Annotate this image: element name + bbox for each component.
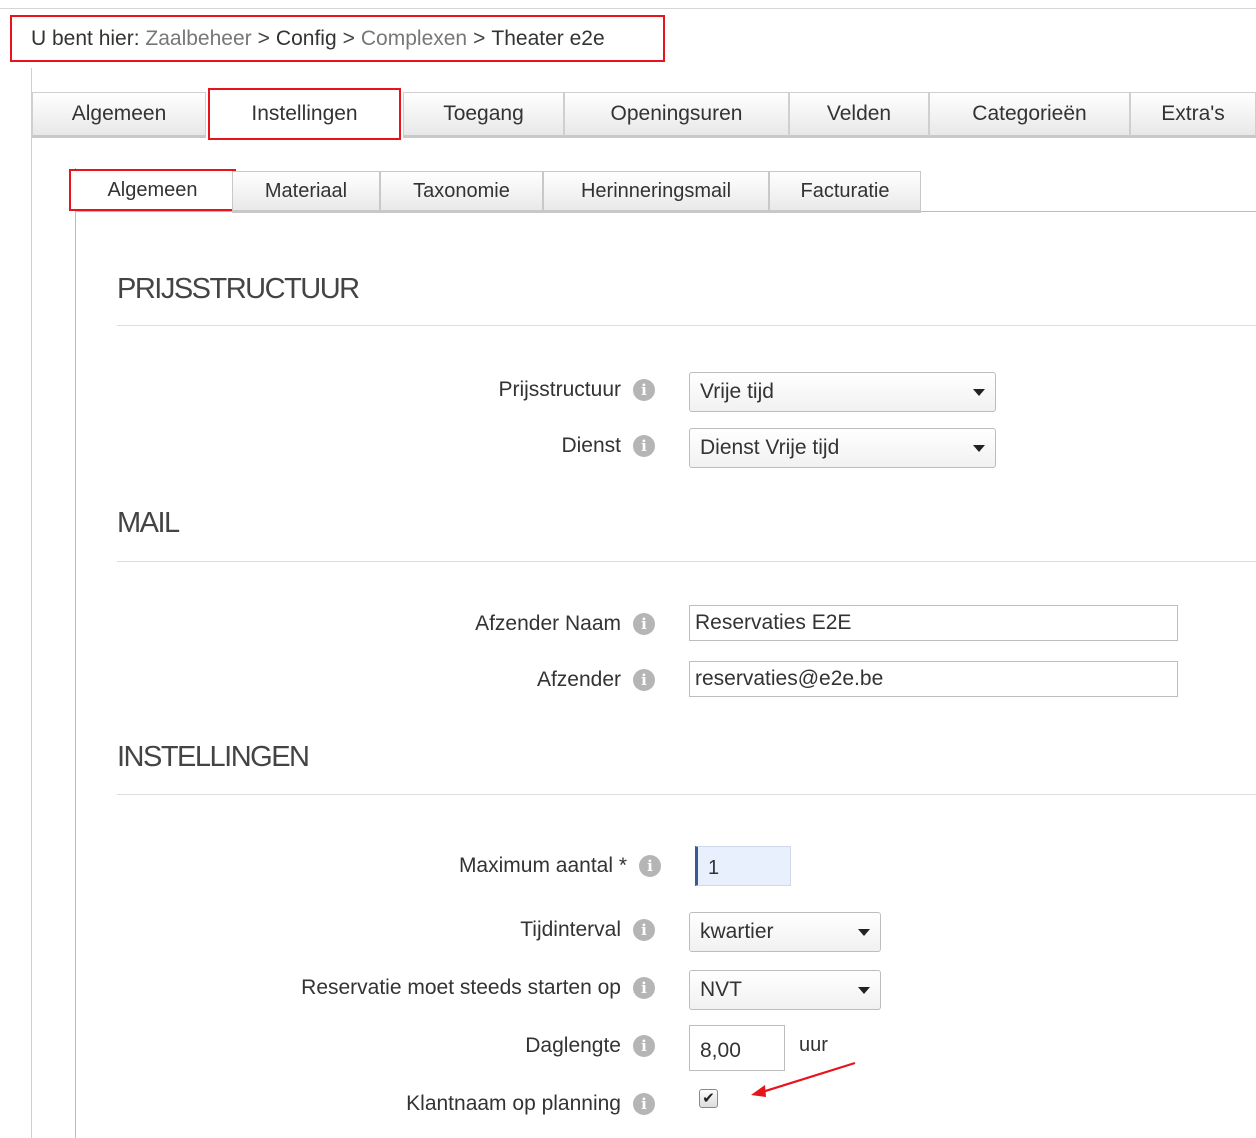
info-icon[interactable]: i (639, 855, 661, 877)
tijdinterval-select[interactable]: kwartier (689, 912, 881, 952)
breadcrumb-item-current: Theater e2e (491, 26, 605, 50)
tab-categorieen[interactable]: Categorieën (929, 92, 1130, 138)
main-tabs: Algemeen Instellingen Toegang Openingsur… (32, 88, 1256, 140)
tab-toegang[interactable]: Toegang (403, 92, 564, 138)
afzender-label: Afzender i (537, 666, 655, 694)
afzender-label-text: Afzender (536, 668, 621, 691)
breadcrumb-prefix: U bent hier: (31, 26, 140, 50)
daglengte-label-text: Daglengte (525, 1034, 621, 1057)
dienst-label: Dienst i (561, 432, 655, 460)
tab-extras[interactable]: Extra's (1130, 92, 1256, 138)
chevron-down-icon (973, 445, 985, 452)
info-icon[interactable]: i (633, 919, 655, 941)
dienst-select[interactable]: Dienst Vrije tijd (689, 428, 996, 468)
breadcrumb-item-config: Config (275, 26, 337, 50)
tijdinterval-select-value: kwartier (700, 920, 774, 943)
subtab-herinneringsmail[interactable]: Herinneringsmail (543, 171, 769, 213)
tab-instellingen[interactable]: Instellingen (208, 88, 401, 140)
tijdinterval-label-text: Tijdinterval (520, 918, 621, 941)
breadcrumb-separator: > (257, 26, 270, 50)
section-title-instellingen: INSTELLINGEN (117, 741, 310, 773)
klantnaam-label-text: Klantnaam op planning (406, 1092, 621, 1115)
afzender-naam-input[interactable]: Reservaties E2E (689, 605, 1178, 641)
subtab-facturatie[interactable]: Facturatie (769, 171, 921, 213)
klantnaam-label: Klantnaam op planning i (406, 1090, 655, 1118)
info-icon[interactable]: i (633, 613, 655, 635)
dienst-label-text: Dienst (561, 434, 621, 457)
tab-velden[interactable]: Velden (789, 92, 929, 138)
section-title-prijsstructuur: PRIJSSTRUCTUUR (117, 273, 360, 305)
subtab-taxonomie[interactable]: Taxonomie (380, 171, 543, 213)
afzender-naam-label-text: Afzender Naam (475, 612, 621, 635)
info-icon[interactable]: i (633, 1093, 655, 1115)
afzender-email-input[interactable]: reservaties@e2e.be (689, 661, 1178, 697)
tab-openingsuren[interactable]: Openingsuren (564, 92, 789, 138)
section-divider (117, 325, 1256, 326)
tab-algemeen[interactable]: Algemeen (32, 92, 206, 138)
subtab-algemeen[interactable]: Algemeen (69, 169, 236, 211)
chevron-down-icon (858, 987, 870, 994)
breadcrumb-item-zaalbeheer[interactable]: Zaalbeheer (145, 27, 251, 51)
klantnaam-checkbox[interactable]: ✔ (699, 1089, 718, 1108)
subtab-materiaal[interactable]: Materiaal (232, 171, 380, 213)
prijsstructuur-select[interactable]: Vrije tijd (689, 372, 996, 412)
maximum-aantal-label: Maximum aantal * i (459, 852, 661, 880)
daglengte-label: Daglengte i (525, 1032, 655, 1060)
left-border (31, 68, 32, 1138)
reservatie-start-label: Reservatie moet steeds starten op i (301, 974, 655, 1002)
subtab-panel-left-border (75, 168, 76, 1138)
annotation-arrow-icon (751, 1061, 856, 1097)
prijsstructuur-select-value: Vrije tijd (700, 380, 774, 403)
chevron-down-icon (858, 929, 870, 936)
tijdinterval-label: Tijdinterval i (520, 916, 655, 944)
reservatie-start-label-text: Reservatie moet steeds starten op (301, 976, 621, 999)
prijsstructuur-label-text: Prijsstructuur (498, 378, 621, 401)
breadcrumb-separator: > (473, 26, 486, 50)
prijsstructuur-label: Prijsstructuur i (498, 376, 655, 404)
info-icon[interactable]: i (633, 1035, 655, 1057)
info-icon[interactable]: i (633, 435, 655, 457)
top-border (0, 8, 1256, 9)
reservatie-start-select-value: NVT (700, 978, 742, 1001)
info-icon[interactable]: i (633, 977, 655, 999)
section-title-mail: MAIL (117, 507, 180, 539)
breadcrumb: U bent hier: Zaalbeheer > Config > Compl… (10, 15, 665, 62)
section-divider (117, 561, 1256, 562)
reservatie-start-select[interactable]: NVT (689, 970, 881, 1010)
section-divider (117, 794, 1256, 795)
breadcrumb-item-complexen[interactable]: Complexen (361, 27, 467, 51)
checkmark-icon: ✔ (702, 1090, 715, 1107)
maximum-aantal-label-text: Maximum aantal * (458, 854, 627, 877)
daglengte-unit: uur (799, 1034, 828, 1056)
breadcrumb-separator: > (342, 26, 355, 50)
maximum-aantal-input[interactable]: 1 (695, 846, 791, 886)
chevron-down-icon (973, 389, 985, 396)
dienst-select-value: Dienst Vrije tijd (700, 436, 840, 459)
afzender-naam-label: Afzender Naam i (475, 610, 655, 638)
info-icon[interactable]: i (633, 379, 655, 401)
info-icon[interactable]: i (633, 669, 655, 691)
